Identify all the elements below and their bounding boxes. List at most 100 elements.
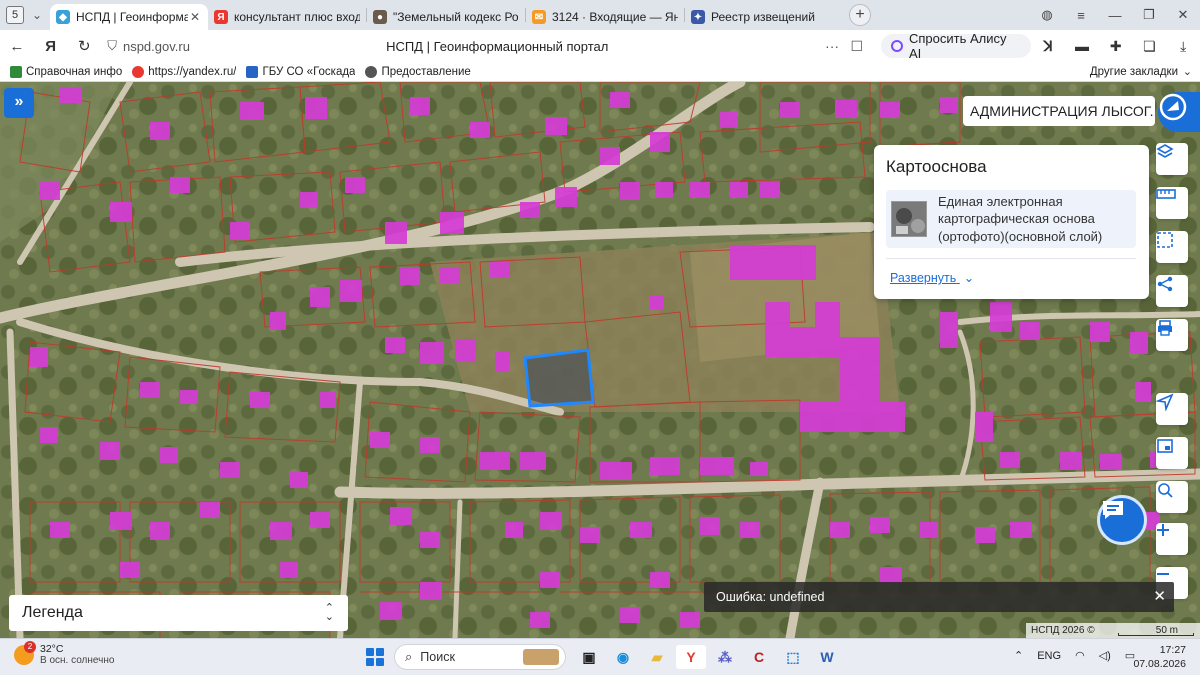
close-icon[interactable]: ✕ bbox=[1153, 582, 1166, 612]
layer-name-line: (ортофото)(основной слой) bbox=[938, 228, 1103, 244]
bookmark-item[interactable]: https://yandex.ru/ bbox=[132, 65, 236, 78]
volume-icon[interactable]: ◁) bbox=[1099, 649, 1111, 662]
search-placeholder: Поиск bbox=[420, 650, 455, 664]
bookmark-item[interactable]: ГБУ СО «Госкада bbox=[246, 65, 355, 78]
emblem-icon: ✦ bbox=[691, 10, 705, 24]
weather-widget[interactable]: 2 32°C В осн. солнечно bbox=[14, 641, 114, 667]
more-icon[interactable]: ··· bbox=[825, 38, 839, 54]
search-icon: ⌕ bbox=[405, 649, 413, 664]
tab-counter[interactable]: 5 bbox=[6, 6, 24, 24]
expand-sidebar-button[interactable]: » bbox=[4, 88, 34, 118]
bookmark-icon[interactable]: ☐ bbox=[850, 38, 863, 55]
chevron-down-icon[interactable]: ⌄ bbox=[24, 8, 50, 22]
expand-collapse-icon[interactable]: ⌃ ⌄ bbox=[325, 595, 334, 623]
bookmark-label: Предоставление bbox=[381, 65, 471, 78]
wifi-icon[interactable]: ◠ bbox=[1075, 649, 1085, 662]
basemap-panel-title: Картооснова bbox=[886, 157, 987, 176]
consultant-icon: ● bbox=[373, 10, 387, 24]
tab-yandex-mail[interactable]: ✉ 3124 · Входящие — Яндек bbox=[526, 4, 684, 30]
bookmarks-bar: Справочная инфо https://yandex.ru/ ГБУ С… bbox=[0, 62, 1200, 82]
page-title: НСПД | Геоинформационный портал bbox=[386, 38, 609, 54]
map-attribution: НСПД 2026 © 50 m bbox=[1026, 623, 1200, 638]
basemap-panel: Картооснова Единая электронная картограф… bbox=[874, 145, 1149, 299]
expand-link[interactable]: Развернуть ⌄ bbox=[890, 270, 974, 285]
weather-temperature: 32°C bbox=[40, 643, 64, 655]
tab-nspd[interactable]: ◆ НСПД | Геоинформаци ✕ bbox=[50, 4, 208, 30]
copilot-icon[interactable]: C bbox=[744, 645, 774, 669]
error-message: Ошибка: undefined bbox=[716, 590, 825, 604]
error-toast: Ошибка: undefined ✕ bbox=[704, 582, 1174, 612]
reload-icon[interactable]: ↻ bbox=[67, 37, 101, 55]
close-window-icon[interactable]: ✕ bbox=[1166, 7, 1200, 23]
tab-title: Реестр извещений bbox=[711, 10, 815, 24]
bookmark-item[interactable]: Предоставление bbox=[365, 65, 471, 78]
chat-button[interactable] bbox=[1097, 495, 1147, 545]
zoom-in-icon[interactable] bbox=[1156, 523, 1188, 555]
tab-notices-registry[interactable]: ✦ Реестр извещений bbox=[685, 4, 843, 30]
search-area-icon[interactable] bbox=[1156, 481, 1188, 513]
yandex-browser-icon[interactable]: Y bbox=[676, 645, 706, 669]
tab-title: 3124 · Входящие — Яндек bbox=[552, 10, 678, 24]
minimap-icon[interactable] bbox=[1156, 437, 1188, 469]
layers-icon[interactable] bbox=[1156, 143, 1188, 175]
print-icon[interactable] bbox=[1156, 319, 1188, 351]
organization-label[interactable]: АДМИНИСТРАЦИЯ ЛЫСОГ... bbox=[963, 96, 1155, 126]
back-icon[interactable]: ← bbox=[0, 38, 34, 55]
url-field[interactable]: ⛉ nspd.gov.ru НСПД | Геоинформационный п… bbox=[107, 33, 871, 59]
file-explorer-icon[interactable]: ▰ bbox=[642, 645, 672, 669]
tab-title: "Земельный кодекс Росси bbox=[393, 10, 519, 24]
teams-icon[interactable]: ⁂ bbox=[710, 645, 740, 669]
system-tray: ⌃ ENG ◠ ◁) ▭ bbox=[1014, 649, 1149, 663]
restore-icon[interactable]: ❐ bbox=[1132, 7, 1166, 23]
other-bookmarks[interactable]: Другие закладки bbox=[1090, 66, 1178, 78]
select-area-icon[interactable] bbox=[1156, 231, 1188, 263]
locate-icon[interactable] bbox=[1156, 393, 1188, 425]
extension-k-icon[interactable]: ꓘ bbox=[1031, 38, 1065, 55]
site-shield-icon[interactable]: ⛉ bbox=[107, 38, 117, 54]
url-host: nspd.gov.ru bbox=[122, 38, 190, 54]
language-indicator[interactable]: ENG bbox=[1037, 650, 1061, 662]
taskbar-apps: ▣ ◉ ▰ Y ⁂ C ⬚ W bbox=[574, 645, 846, 669]
taskbar-search[interactable]: ⌕ Поиск bbox=[394, 644, 566, 670]
ruler-icon[interactable] bbox=[1156, 187, 1188, 219]
attribution-text: НСПД 2026 © bbox=[1031, 625, 1095, 636]
word-icon[interactable]: W bbox=[812, 645, 842, 669]
orthophoto-thumbnail-icon bbox=[891, 201, 927, 237]
expand-link-label: Развернуть bbox=[890, 271, 957, 285]
collections-icon[interactable]: ❏ bbox=[1133, 38, 1167, 55]
browser-tab-bar: 5 ⌄ ◆ НСПД | Геоинформаци ✕ Я консультан… bbox=[0, 0, 1200, 30]
menu-icon[interactable]: ≡ bbox=[1064, 8, 1098, 23]
map-canvas[interactable]: » АДМИНИСТРАЦИЯ ЛЫСОГ... Картооснова Еди… bbox=[0, 82, 1200, 638]
window-controls: ◍ ≡ — ❐ ✕ bbox=[1030, 0, 1200, 30]
bookmark-item[interactable]: Справочная инфо bbox=[10, 65, 123, 78]
clock[interactable]: 17:27 07.08.2026 bbox=[1133, 643, 1186, 671]
search-highlight-icon bbox=[523, 649, 559, 665]
nspd-logo-button[interactable] bbox=[1158, 92, 1200, 132]
basemap-layer-item[interactable]: Единая электронная картографическая осно… bbox=[886, 190, 1136, 248]
share-icon[interactable] bbox=[1156, 275, 1188, 307]
tab-consultant-search[interactable]: Я консультант плюс вход в bbox=[208, 4, 366, 30]
layer-name-line: картографическая основа bbox=[938, 211, 1095, 227]
download-icon[interactable]: ⤓ bbox=[1166, 38, 1200, 55]
nspd-logo-icon bbox=[1159, 93, 1187, 121]
windows-start-icon[interactable] bbox=[366, 648, 384, 666]
close-icon[interactable]: ✕ bbox=[188, 10, 202, 24]
edge-icon[interactable]: ◉ bbox=[608, 645, 638, 669]
new-tab-button[interactable]: + bbox=[849, 4, 871, 26]
date: 07.08.2026 bbox=[1133, 658, 1186, 670]
consultant-favicon bbox=[10, 65, 22, 78]
bookmark-label: Справочная инфо bbox=[26, 65, 123, 78]
task-view-icon[interactable]: ▣ bbox=[574, 645, 604, 669]
tab-land-code[interactable]: ● "Земельный кодекс Росси bbox=[367, 4, 525, 30]
alice-button[interactable]: Спросить Алису AI bbox=[881, 31, 1032, 61]
puzzle-icon[interactable]: ✚ bbox=[1099, 38, 1133, 55]
chevron-up-icon[interactable]: ⌃ bbox=[1014, 649, 1023, 662]
hat-icon[interactable]: ▬ bbox=[1065, 38, 1099, 54]
chevron-down-icon[interactable]: ⌄ bbox=[1183, 65, 1192, 78]
layer-name-line: Единая электронная bbox=[938, 193, 1063, 209]
profile-icon[interactable]: ◍ bbox=[1030, 7, 1064, 23]
yandex-logo-icon[interactable]: Я bbox=[34, 38, 68, 55]
photos-icon[interactable]: ⬚ bbox=[778, 645, 808, 669]
minimize-icon[interactable]: — bbox=[1098, 8, 1132, 23]
legend-panel[interactable]: Легенда ⌃ ⌄ bbox=[9, 595, 348, 631]
